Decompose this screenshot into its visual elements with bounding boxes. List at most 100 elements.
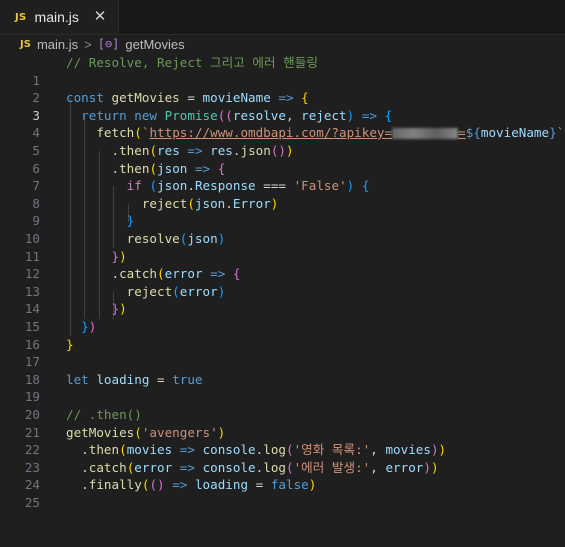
bracket: ( bbox=[134, 424, 142, 440]
bracket: ) bbox=[217, 231, 226, 246]
close-icon[interactable]: ✕ bbox=[92, 8, 108, 24]
bracket: ) bbox=[286, 143, 294, 158]
identifier: console bbox=[202, 442, 256, 458]
identifier: getMovies bbox=[111, 90, 180, 106]
bracket: ( bbox=[157, 266, 165, 282]
punctuation: . bbox=[187, 178, 195, 194]
keyword: return bbox=[81, 107, 127, 123]
operator: = bbox=[157, 371, 165, 387]
breadcrumb-file[interactable]: main.js bbox=[37, 37, 78, 52]
code-line: 15 }) bbox=[0, 300, 565, 334]
identifier: log bbox=[263, 459, 286, 475]
code-line: 2 bbox=[0, 72, 565, 105]
identifier: fetch bbox=[96, 125, 135, 141]
bracket: ( bbox=[149, 143, 158, 158]
url-link[interactable]: = bbox=[458, 125, 466, 140]
bracket: { bbox=[232, 266, 241, 282]
bracket: () bbox=[149, 477, 165, 493]
bracket: ) bbox=[119, 301, 127, 317]
identifier: reject bbox=[301, 107, 347, 123]
operator: => bbox=[187, 143, 203, 158]
code-line: 12 }) bbox=[0, 248, 565, 282]
identifier: json bbox=[240, 143, 271, 158]
code-line: 20 bbox=[0, 388, 565, 422]
identifier: error bbox=[134, 459, 173, 475]
identifier: loading bbox=[96, 371, 150, 387]
identifier: then bbox=[88, 442, 120, 458]
punctuation: . bbox=[225, 195, 233, 211]
tab-main-js[interactable]: JS main.js ✕ bbox=[0, 0, 119, 34]
symbol-method-icon: [⊖] bbox=[97, 37, 120, 51]
bracket: ( bbox=[285, 459, 294, 475]
bracket: { bbox=[301, 90, 309, 106]
bracket: ) bbox=[438, 442, 447, 458]
bracket: ) bbox=[217, 424, 226, 440]
bracket: ( bbox=[187, 195, 195, 211]
bracket: ) bbox=[423, 459, 431, 475]
identifier: error bbox=[179, 283, 218, 299]
bracket: (( bbox=[217, 107, 233, 123]
code-line: 8 if (json.Response === 'False') { bbox=[0, 177, 565, 211]
code-line: 21 // .then() bbox=[0, 406, 565, 440]
keyword: let bbox=[66, 371, 89, 387]
bracket: ( bbox=[119, 442, 127, 458]
punctuation: , bbox=[285, 107, 294, 123]
js-file-icon: JS bbox=[15, 11, 27, 23]
punctuation: . bbox=[81, 477, 89, 493]
bracket: ) bbox=[119, 248, 127, 264]
code-line: 1 // Resolve, Reject 그리고 에러 핸들링 bbox=[0, 54, 565, 88]
code-line: 18 bbox=[0, 353, 565, 387]
breadcrumb: JS main.js > [⊖] getMovies bbox=[0, 34, 565, 54]
bracket: } bbox=[111, 248, 120, 264]
operator: => bbox=[179, 442, 195, 458]
bracket: ) bbox=[88, 319, 97, 334]
bracket: () bbox=[270, 143, 286, 158]
keyword: true bbox=[172, 371, 203, 387]
bracket: ) bbox=[270, 195, 279, 211]
bracket: } bbox=[111, 301, 120, 317]
keyword: if bbox=[126, 178, 142, 194]
bracket: ) bbox=[346, 107, 355, 123]
keyword: const bbox=[66, 90, 104, 106]
identifier: console bbox=[202, 459, 256, 475]
identifier: loading bbox=[194, 477, 249, 493]
comment: // Resolve, Reject 그리고 에러 핸들링 bbox=[66, 55, 318, 70]
breadcrumb-symbol[interactable]: getMovies bbox=[125, 37, 184, 52]
identifier: resolve bbox=[126, 231, 180, 246]
interpolation: ${ bbox=[465, 125, 481, 141]
identifier: resolve bbox=[232, 107, 286, 123]
url-link[interactable]: https://www.omdbapi.com/?apikey= bbox=[149, 125, 392, 140]
identifier: json bbox=[157, 160, 188, 176]
identifier: json bbox=[157, 178, 188, 194]
chevron-right-icon: > bbox=[84, 36, 92, 52]
code-line: 16 }) bbox=[0, 318, 565, 352]
identifier: finally bbox=[88, 477, 142, 493]
bracket: ) bbox=[217, 283, 226, 299]
string: 'False' bbox=[293, 178, 347, 194]
identifier: movies bbox=[126, 442, 173, 458]
code-line: 10 } bbox=[0, 212, 565, 246]
string: '영화 목록:' bbox=[293, 442, 371, 458]
string: '에러 발생:' bbox=[293, 459, 371, 475]
identifier: movies bbox=[385, 442, 431, 458]
operator: => bbox=[361, 107, 377, 123]
bracket: { bbox=[361, 178, 370, 194]
bracket: ( bbox=[149, 160, 158, 176]
identifier: catch bbox=[88, 459, 127, 475]
bracket: ) bbox=[430, 442, 439, 458]
code-editor[interactable]: 1 // Resolve, Reject 그리고 에러 핸들링 2 3 cons… bbox=[0, 54, 565, 519]
punctuation: . bbox=[81, 442, 89, 458]
bracket: ( bbox=[134, 125, 142, 141]
punctuation: . bbox=[111, 143, 120, 158]
identifier: Response bbox=[194, 178, 256, 194]
operator: => bbox=[194, 160, 211, 176]
js-file-icon: JS bbox=[20, 38, 31, 50]
identifier: json bbox=[194, 195, 226, 211]
bracket: ( bbox=[285, 442, 294, 458]
code-line: 5 fetch(`https://www.omdbapi.com/?apikey… bbox=[0, 124, 565, 158]
identifier: reject bbox=[141, 195, 188, 211]
operator: = bbox=[187, 90, 195, 106]
string: 'avengers' bbox=[141, 424, 218, 440]
code-line: 14 reject(error) bbox=[0, 283, 565, 317]
comment: // .then() bbox=[66, 407, 142, 422]
